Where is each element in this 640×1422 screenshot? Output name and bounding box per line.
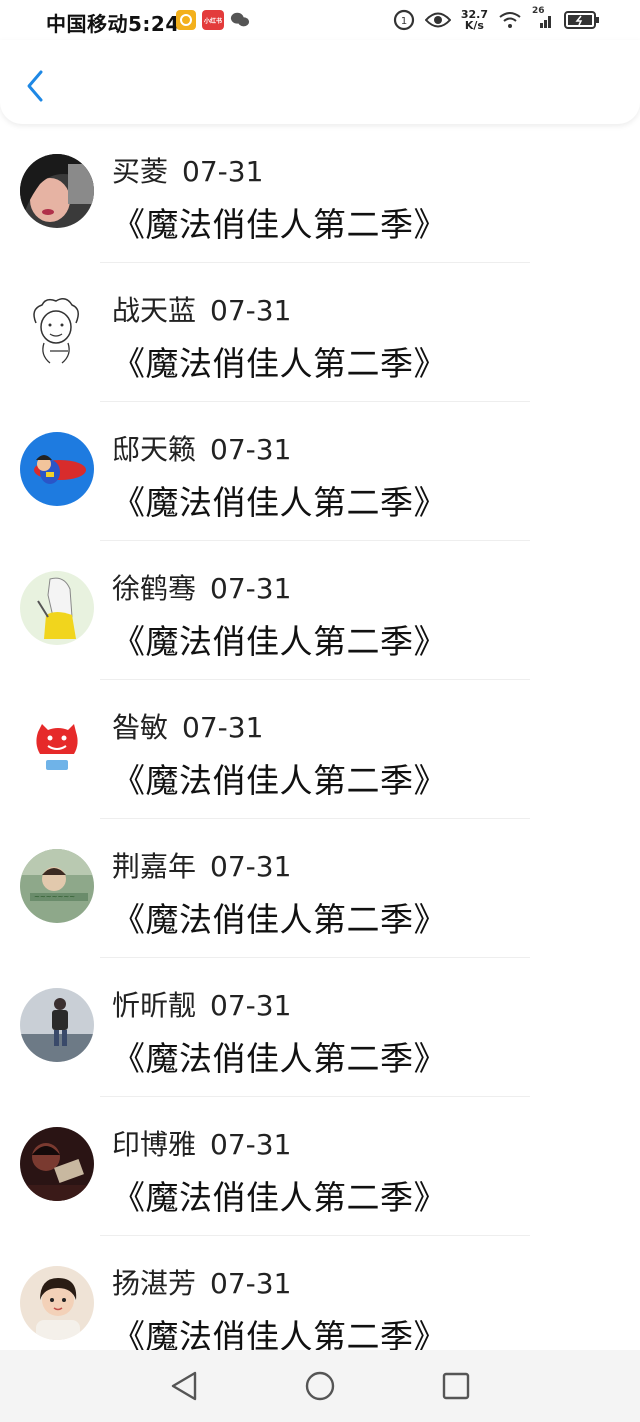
- commenter-name: 扬湛芳: [112, 1267, 197, 1300]
- comment-text: 《魔法俏佳人第二季》: [112, 761, 447, 800]
- list-item[interactable]: 买菱 07-31 《魔法俏佳人第二季》: [0, 124, 640, 263]
- avatar[interactable]: [20, 1127, 94, 1201]
- list-item[interactable]: 邸天籁 07-31 《魔法俏佳人第二季》: [0, 402, 640, 541]
- comment-date: 07-31: [182, 711, 264, 744]
- triangle-back-icon: [171, 1371, 197, 1401]
- nav-recents-button[interactable]: [432, 1362, 480, 1410]
- wechat-notification-icon: [230, 10, 250, 30]
- list-item[interactable]: 徐鹤骞 07-31 《魔法俏佳人第二季》: [0, 541, 640, 680]
- notification-icons: 小红书: [176, 9, 250, 31]
- eye-icon: [424, 12, 451, 28]
- comment-text: 《魔法俏佳人第二季》: [112, 205, 447, 244]
- comment-date: 07-31: [210, 1128, 292, 1161]
- square-recents-icon: [442, 1372, 470, 1400]
- commenter-name: 昝敏: [112, 711, 169, 744]
- avatar[interactable]: [20, 154, 94, 228]
- comment-date: 07-31: [210, 294, 292, 327]
- avatar[interactable]: [20, 432, 94, 506]
- app-notification-icon: [176, 10, 196, 30]
- svg-text:~~~~~~~: ~~~~~~~: [34, 893, 75, 901]
- status-indicators: 1 32.7 K/s 26: [393, 6, 600, 34]
- status-bar: 中国移动5:24 小红书 1 32.7 K/s 26: [0, 0, 640, 40]
- system-nav-bar: [0, 1350, 640, 1422]
- header-bar: [0, 40, 640, 124]
- comment-list: 买菱 07-31 《魔法俏佳人第二季》 战天蓝 07-31 《魔法俏佳人第二季》 邸…: [0, 124, 640, 1375]
- nav-back-button[interactable]: [160, 1362, 208, 1410]
- list-item[interactable]: 印博雅 07-31 《魔法俏佳人第二季》: [0, 1097, 640, 1236]
- xiaohongshu-notification-icon: 小红书: [202, 10, 224, 30]
- comment-text: 《魔法俏佳人第二季》: [112, 344, 447, 383]
- battery-icon: [564, 11, 599, 29]
- avatar[interactable]: [20, 710, 94, 784]
- list-item[interactable]: ~~~~~~~ 荆嘉年 07-31 《魔法俏佳人第二季》: [0, 819, 640, 958]
- commenter-name: 荆嘉年: [112, 850, 197, 883]
- chevron-left-icon: [27, 70, 43, 102]
- comment-text: 《魔法俏佳人第二季》: [112, 1178, 447, 1217]
- network-speed: 32.7 K/s: [460, 8, 488, 32]
- avatar[interactable]: ~~~~~~~: [20, 849, 94, 923]
- comment-date: 07-31: [210, 433, 292, 466]
- comment-date: 07-31: [210, 989, 292, 1022]
- list-item[interactable]: 战天蓝 07-31 《魔法俏佳人第二季》: [0, 263, 640, 402]
- comment-text: 《魔法俏佳人第二季》: [112, 622, 447, 661]
- commenter-name: 买菱: [112, 155, 169, 188]
- data-saver-icon: 1: [393, 9, 414, 31]
- svg-text:1: 1: [401, 16, 407, 27]
- back-button[interactable]: [18, 66, 52, 106]
- signal-indicator: 26: [532, 6, 554, 30]
- avatar[interactable]: [20, 988, 94, 1062]
- commenter-name: 邸天籁: [112, 433, 197, 466]
- comment-date: 07-31: [182, 155, 264, 188]
- comment-text: 《魔法俏佳人第二季》: [112, 1039, 447, 1078]
- comment-text: 《魔法俏佳人第二季》: [112, 483, 447, 522]
- comment-date: 07-31: [210, 1267, 292, 1300]
- commenter-name: 印博雅: [112, 1128, 197, 1161]
- comment-date: 07-31: [210, 572, 292, 605]
- avatar[interactable]: [20, 1266, 94, 1340]
- avatar[interactable]: [20, 293, 94, 367]
- circle-home-icon: [305, 1371, 335, 1401]
- avatar[interactable]: [20, 571, 94, 645]
- list-item[interactable]: 忻昕靓 07-31 《魔法俏佳人第二季》: [0, 958, 640, 1097]
- comment-text: 《魔法俏佳人第二季》: [112, 900, 447, 939]
- comment-date: 07-31: [210, 850, 292, 883]
- commenter-name: 战天蓝: [112, 294, 197, 327]
- commenter-name: 徐鹤骞: [112, 572, 197, 605]
- commenter-name: 忻昕靓: [112, 989, 197, 1022]
- list-item[interactable]: 昝敏 07-31 《魔法俏佳人第二季》: [0, 680, 640, 819]
- nav-home-button[interactable]: [296, 1362, 344, 1410]
- wifi-icon: [499, 12, 521, 28]
- carrier-time: 中国移动5:24: [46, 12, 180, 36]
